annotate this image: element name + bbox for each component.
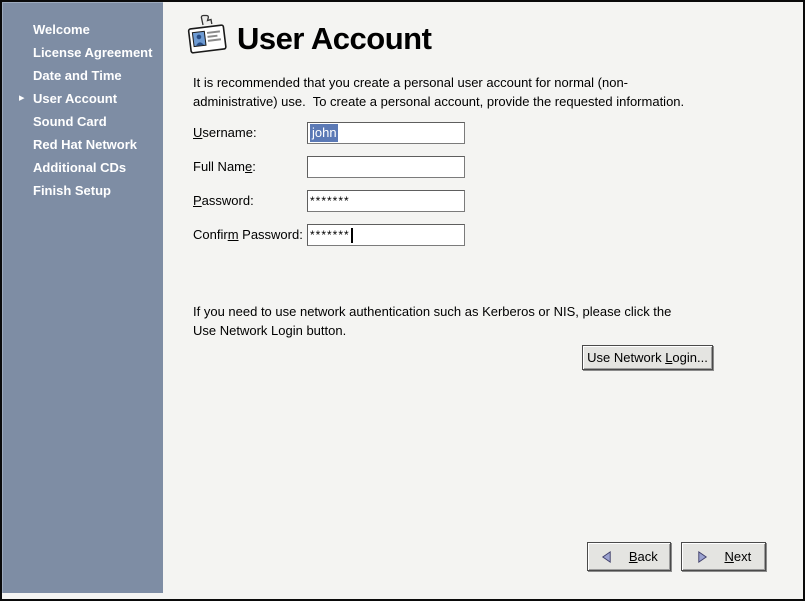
- sidebar-item-finish-setup: Finish Setup: [2, 179, 163, 202]
- back-button[interactable]: Back: [587, 542, 671, 571]
- sidebar-item-license-agreement: License Agreement: [2, 41, 163, 64]
- screen: { "colors": { "sidebar_bg": "#7E8DA4", "…: [0, 0, 805, 605]
- selected-text: john: [310, 124, 338, 142]
- step-list: Welcome License Agreement Date and Time …: [2, 2, 163, 202]
- sidebar-item-sound-card: Sound Card: [2, 110, 163, 133]
- sidebar-item-red-hat-network: Red Hat Network: [2, 133, 163, 156]
- sidebar-item-label: Finish Setup: [33, 183, 111, 198]
- next-arrow-icon: [696, 520, 718, 594]
- confirm-password-input[interactable]: *******: [307, 224, 465, 246]
- password-label: Password:: [193, 190, 254, 212]
- intro-text: It is recommended that you create a pers…: [193, 73, 684, 111]
- network-auth-line: Use Network Login button.: [193, 321, 671, 340]
- username-label: Username:: [193, 122, 257, 144]
- id-badge-icon: [186, 14, 228, 58]
- sidebar-item-user-account: ▸ User Account: [2, 87, 163, 110]
- sidebar-item-label: Welcome: [33, 22, 90, 37]
- full-name-label: Full Name:: [193, 156, 256, 178]
- sidebar-item-label: Date and Time: [33, 68, 122, 83]
- page-title: User Account: [237, 23, 431, 54]
- network-auth-text: If you need to use network authenticatio…: [193, 302, 671, 340]
- sidebar-item-date-and-time: Date and Time: [2, 64, 163, 87]
- masked-password-text: *******: [310, 228, 350, 242]
- use-network-login-button[interactable]: Use Network Login...: [582, 345, 713, 370]
- sidebar-item-label: User Account: [33, 91, 117, 106]
- network-auth-line: If you need to use network authenticatio…: [193, 302, 671, 321]
- back-arrow-icon: [600, 520, 622, 594]
- confirm-password-label: Confirm Password:: [193, 224, 303, 246]
- sidebar-item-label: Additional CDs: [33, 160, 126, 175]
- masked-password-text: *******: [310, 194, 350, 208]
- sidebar-item-label: Sound Card: [33, 114, 107, 129]
- sidebar-item-welcome: Welcome: [2, 18, 163, 41]
- sidebar-item-label: Red Hat Network: [33, 137, 137, 152]
- username-input[interactable]: john: [307, 122, 465, 144]
- next-button[interactable]: Next: [681, 542, 766, 571]
- full-name-input[interactable]: [307, 156, 465, 178]
- setup-agent-window: Welcome License Agreement Date and Time …: [0, 0, 805, 601]
- current-step-arrow-icon: ▸: [19, 87, 25, 110]
- password-input[interactable]: *******: [307, 190, 465, 212]
- intro-line: administrative) use. To create a persona…: [193, 92, 684, 111]
- sidebar: Welcome License Agreement Date and Time …: [2, 2, 163, 593]
- sidebar-item-additional-cds: Additional CDs: [2, 156, 163, 179]
- intro-line: It is recommended that you create a pers…: [193, 73, 684, 92]
- sidebar-item-label: License Agreement: [33, 45, 152, 60]
- text-cursor: [351, 228, 353, 243]
